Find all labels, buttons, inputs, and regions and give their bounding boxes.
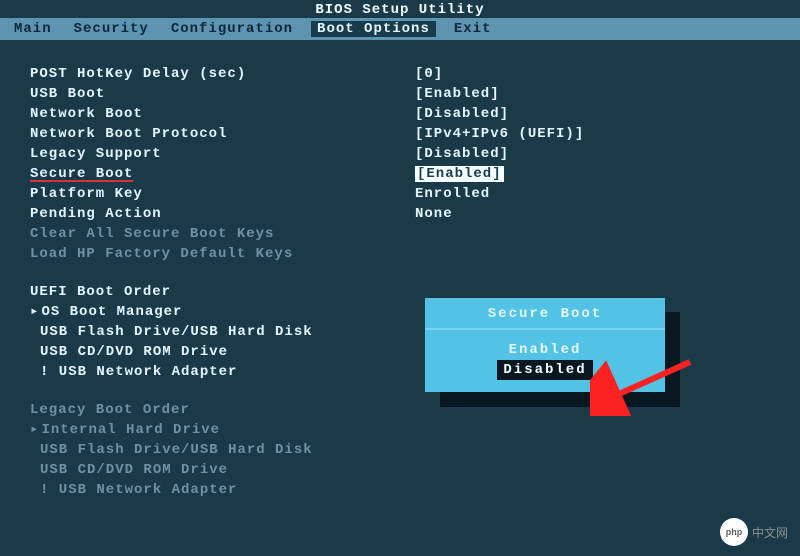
popup-title: Secure Boot — [425, 298, 665, 330]
menu-configuration[interactable]: Configuration — [167, 21, 297, 37]
popup-option-enabled[interactable]: Enabled — [425, 340, 665, 360]
watermark-text: 中文网 — [752, 524, 788, 541]
setting-label: POST HotKey Delay (sec) — [30, 64, 415, 84]
content-area: POST HotKey Delay (sec) [0] USB Boot [En… — [0, 40, 800, 500]
setting-value: [Enabled] — [415, 84, 772, 104]
setting-secure-boot[interactable]: Secure Boot [Enabled] — [30, 164, 772, 184]
menu-bar: Main Security Configuration Boot Options… — [0, 18, 800, 40]
setting-label: Secure Boot — [30, 164, 415, 184]
setting-clear-secure-boot-keys: Clear All Secure Boot Keys — [30, 224, 772, 244]
setting-pending-action[interactable]: Pending Action None — [30, 204, 772, 224]
watermark-logo-icon: php — [720, 518, 748, 546]
legacy-boot-item: USB Flash Drive/USB Hard Disk — [30, 440, 772, 460]
setting-value: None — [415, 204, 772, 224]
menu-security[interactable]: Security — [70, 21, 153, 37]
setting-value: [Enabled] — [415, 166, 504, 182]
setting-label: Platform Key — [30, 184, 415, 204]
setting-legacy-support[interactable]: Legacy Support [Disabled] — [30, 144, 772, 164]
setting-network-boot[interactable]: Network Boot [Disabled] — [30, 104, 772, 124]
setting-post-hotkey-delay[interactable]: POST HotKey Delay (sec) [0] — [30, 64, 772, 84]
setting-network-boot-protocol[interactable]: Network Boot Protocol [IPv4+IPv6 (UEFI)] — [30, 124, 772, 144]
setting-label: Network Boot — [30, 104, 415, 124]
popup-option-disabled[interactable]: Disabled — [497, 360, 592, 380]
legacy-boot-item: ! USB Network Adapter — [30, 480, 772, 500]
setting-value: [Disabled] — [415, 104, 772, 124]
watermark: php 中文网 — [720, 518, 788, 546]
setting-value: [Disabled] — [415, 144, 772, 164]
legacy-boot-item: Internal Hard Drive — [30, 420, 772, 440]
setting-usb-boot[interactable]: USB Boot [Enabled] — [30, 84, 772, 104]
setting-load-hp-factory-keys: Load HP Factory Default Keys — [30, 244, 772, 264]
setting-label: Load HP Factory Default Keys — [30, 244, 415, 264]
setting-value: [0] — [415, 64, 772, 84]
setting-value: [IPv4+IPv6 (UEFI)] — [415, 124, 772, 144]
legacy-boot-item: USB CD/DVD ROM Drive — [30, 460, 772, 480]
menu-exit[interactable]: Exit — [450, 21, 496, 37]
setting-platform-key[interactable]: Platform Key Enrolled — [30, 184, 772, 204]
setting-value: Enrolled — [415, 184, 772, 204]
setting-label: Pending Action — [30, 204, 415, 224]
setting-label: Legacy Support — [30, 144, 415, 164]
popup-options: Enabled Disabled — [425, 330, 665, 392]
setting-label: USB Boot — [30, 84, 415, 104]
setting-label: Clear All Secure Boot Keys — [30, 224, 415, 244]
bios-title: BIOS Setup Utility — [0, 0, 800, 18]
secure-boot-popup: Secure Boot Enabled Disabled — [425, 298, 665, 392]
menu-main[interactable]: Main — [10, 21, 56, 37]
menu-boot-options[interactable]: Boot Options — [311, 21, 436, 37]
setting-label: Network Boot Protocol — [30, 124, 415, 144]
